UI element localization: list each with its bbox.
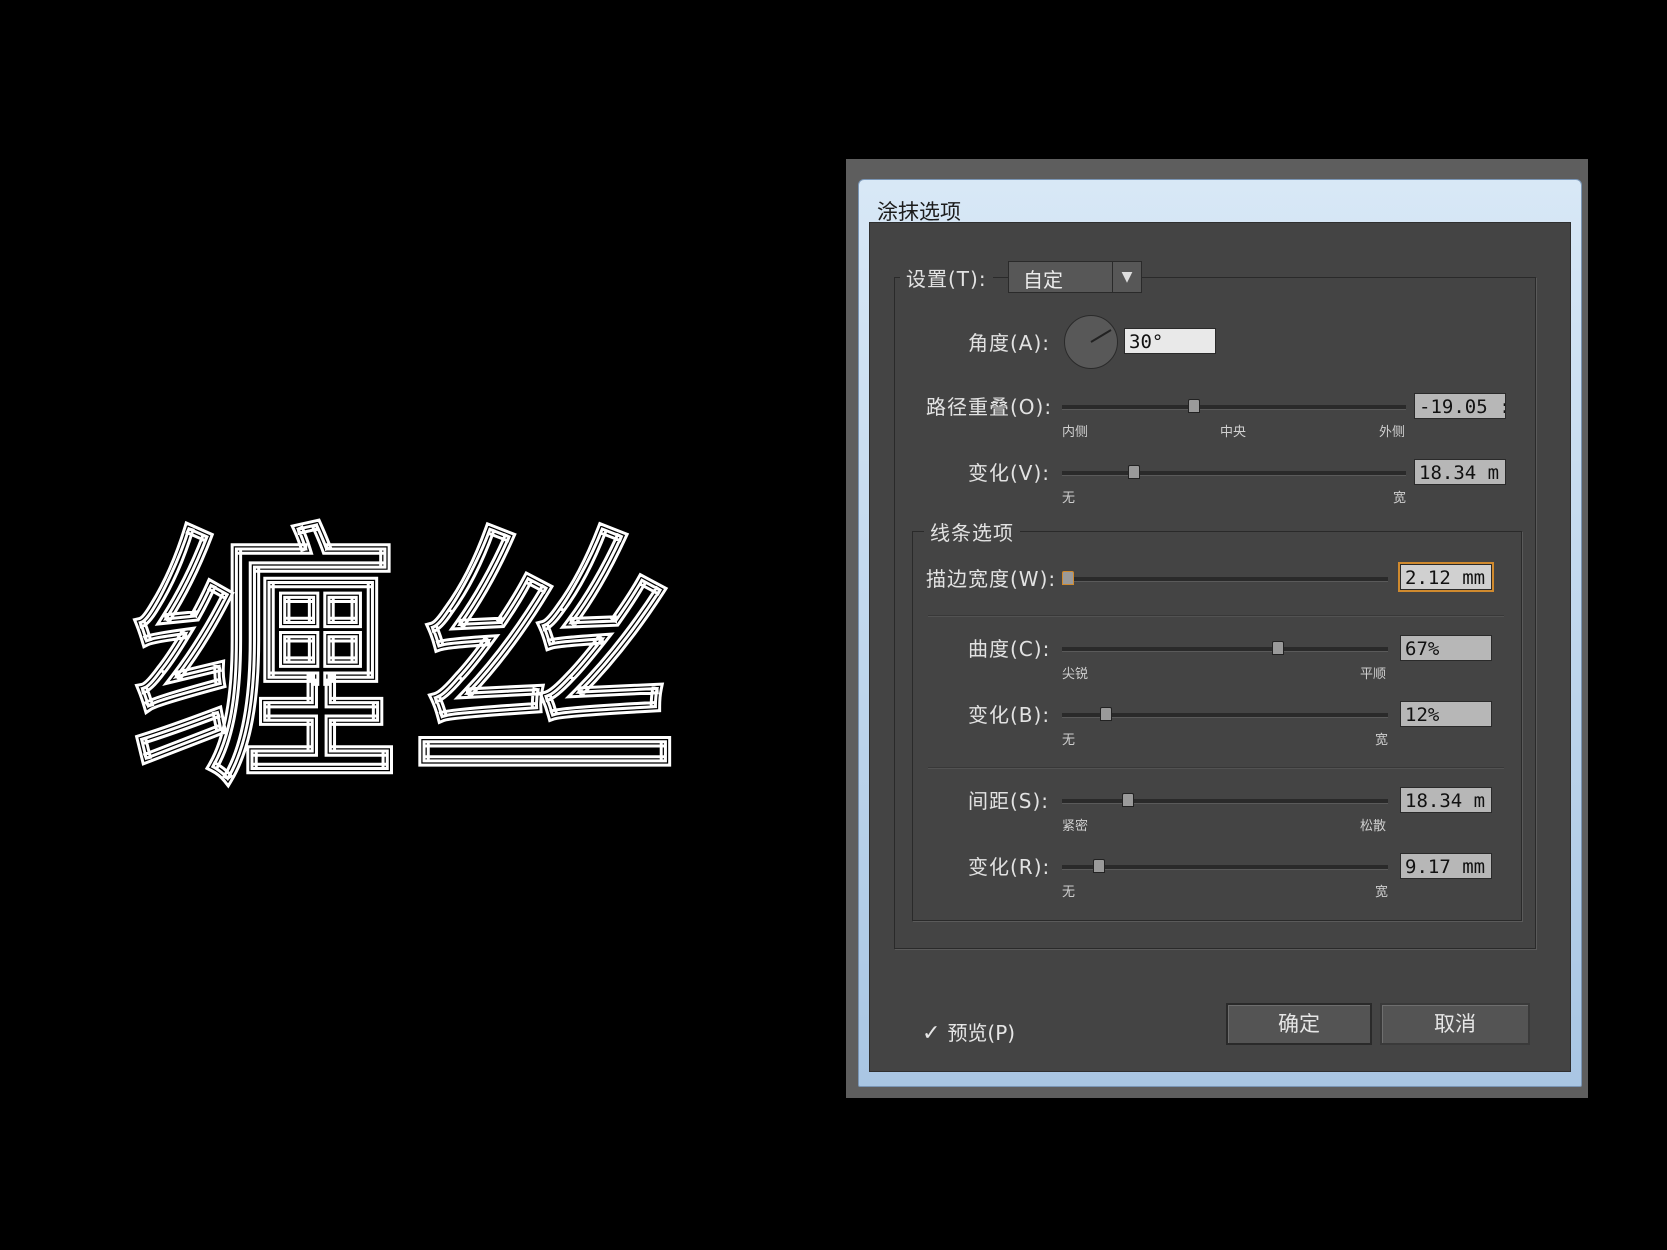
curviness-thumb[interactable] [1272, 641, 1284, 655]
spacing-input[interactable]: 18.34 m [1400, 787, 1492, 813]
divider [928, 615, 1504, 617]
variation-b-tick-none: 无 [1062, 733, 1076, 748]
spacing-slider[interactable] [1062, 793, 1388, 807]
path-overlap-input[interactable]: -19.05 : [1414, 393, 1506, 419]
curviness-tick-sharp: 尖锐 [1062, 667, 1089, 682]
variation-r-slider[interactable] [1062, 859, 1388, 873]
setting-value: 自定 [1023, 268, 1063, 292]
scribble-artwork: 缠丝 [130, 505, 690, 815]
preview-checkbox[interactable]: ✓ 预览(P) [922, 1017, 1015, 1046]
variation-v-tick-wide: 宽 [1393, 491, 1407, 506]
variation-b-tick-wide: 宽 [1375, 733, 1389, 748]
chevron-down-icon: ▼ [1112, 262, 1141, 292]
dialog-frame: 涂抹选项 设置(T): 自定 ▼ 角度(A): 30° 路径重叠(O): 内侧 … [858, 179, 1582, 1087]
line-options-legend: 线条选项 [924, 517, 1020, 546]
checkmark-icon: ✓ [922, 1021, 941, 1046]
variation-r-input[interactable]: 9.17 mm [1400, 853, 1492, 879]
spacing-thumb[interactable] [1122, 793, 1134, 807]
artwork-text: 缠丝 [130, 505, 690, 815]
spacing-tick-loose: 松散 [1360, 819, 1387, 834]
curviness-slider[interactable] [1062, 641, 1388, 655]
variation-b-thumb[interactable] [1100, 707, 1112, 721]
variation-v-input[interactable]: 18.34 m [1414, 459, 1506, 485]
scribble-options-dialog: 涂抹选项 设置(T): 自定 ▼ 角度(A): 30° 路径重叠(O): 内侧 … [846, 159, 1588, 1098]
curviness-tick-smooth: 平顺 [1360, 667, 1387, 682]
variation-r-thumb[interactable] [1093, 859, 1105, 873]
setting-dropdown[interactable]: 自定 ▼ [1008, 261, 1142, 293]
spacing-label: 间距(S): [968, 789, 1050, 813]
variation-r-label: 变化(R): [968, 855, 1051, 879]
angle-dial[interactable] [1064, 315, 1118, 369]
path-overlap-tick-center: 中央 [1220, 425, 1247, 440]
variation-b-slider[interactable] [1062, 707, 1388, 721]
angle-dial-indicator-icon [1090, 329, 1112, 343]
variation-v-thumb[interactable] [1128, 465, 1140, 479]
stroke-width-input[interactable]: 2.12 mm [1398, 562, 1494, 592]
preview-label: 预览(P) [947, 1021, 1016, 1045]
variation-r-tick-none: 无 [1062, 885, 1076, 900]
curviness-input[interactable]: 67% [1400, 635, 1492, 661]
variation-v-label: 变化(V): [968, 461, 1051, 485]
path-overlap-slider[interactable] [1062, 399, 1406, 413]
path-overlap-thumb[interactable] [1188, 399, 1200, 413]
dialog-body: 设置(T): 自定 ▼ 角度(A): 30° 路径重叠(O): 内侧 中央 外侧… [869, 222, 1571, 1072]
stroke-width-thumb[interactable] [1062, 571, 1074, 585]
stroke-width-label: 描边宽度(W): [926, 567, 1057, 591]
stroke-width-slider[interactable] [1062, 571, 1388, 585]
spacing-tick-tight: 紧密 [1062, 819, 1089, 834]
path-overlap-tick-outer: 外侧 [1379, 425, 1406, 440]
variation-b-input[interactable]: 12% [1400, 701, 1492, 727]
angle-input[interactable]: 30° [1124, 328, 1216, 354]
variation-v-slider[interactable] [1062, 465, 1406, 479]
path-overlap-label: 路径重叠(O): [926, 395, 1053, 419]
variation-r-tick-wide: 宽 [1375, 885, 1389, 900]
variation-v-tick-none: 无 [1062, 491, 1076, 506]
cancel-button[interactable]: 取消 [1380, 1003, 1530, 1045]
setting-label: 设置(T): [900, 263, 993, 292]
variation-b-label: 变化(B): [968, 703, 1051, 727]
curviness-label: 曲度(C): [968, 637, 1051, 661]
ok-button[interactable]: 确定 [1226, 1003, 1372, 1045]
path-overlap-tick-inner: 内侧 [1062, 425, 1089, 440]
angle-label: 角度(A): [968, 331, 1051, 355]
divider [928, 767, 1504, 769]
